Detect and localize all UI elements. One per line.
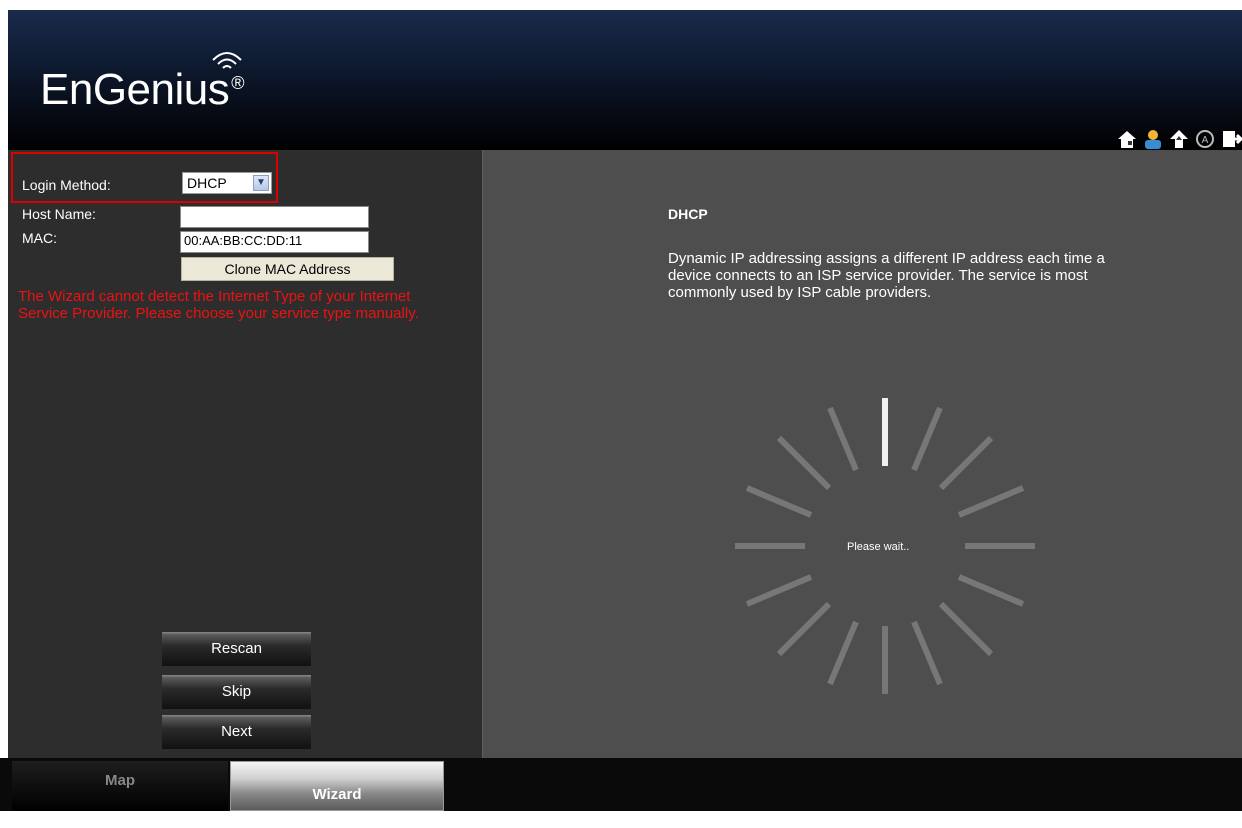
- login-method-select[interactable]: DHCP ▼: [182, 172, 272, 194]
- please-wait-text: Please wait..: [847, 541, 910, 553]
- chevron-down-icon[interactable]: ▼: [253, 175, 269, 191]
- wifi-icon: [212, 52, 242, 69]
- mac-input[interactable]: 00:AA:BB:CC:DD:11: [180, 231, 369, 253]
- clone-mac-button[interactable]: Clone MAC Address: [181, 257, 394, 281]
- svg-text:A: A: [1202, 135, 1209, 146]
- tab-map[interactable]: Map: [12, 761, 228, 811]
- error-message: The Wizard cannot detect the Internet Ty…: [18, 288, 419, 322]
- info-title: DHCP: [668, 206, 708, 222]
- logout-icon[interactable]: [1220, 128, 1242, 150]
- tab-wizard[interactable]: Wizard: [230, 761, 444, 811]
- upgrade-icon[interactable]: [1168, 128, 1190, 150]
- header-bar: EnGenius ® A: [8, 10, 1242, 150]
- mac-label: MAC:: [22, 230, 57, 246]
- engenius-logo: EnGenius ®: [40, 52, 244, 114]
- logo-text: EnGenius: [40, 65, 230, 114]
- host-name-label: Host Name:: [22, 206, 96, 222]
- host-name-input[interactable]: [180, 206, 369, 228]
- auto-icon[interactable]: A: [1194, 128, 1216, 150]
- next-button[interactable]: Next: [162, 715, 311, 749]
- login-method-label: Login Method:: [22, 177, 111, 193]
- footer-tab-bar: Map Wizard: [0, 758, 1242, 811]
- registered-mark: ®: [231, 73, 244, 93]
- home-icon[interactable]: [1116, 128, 1138, 150]
- user-icon[interactable]: [1142, 128, 1164, 150]
- rescan-button[interactable]: Rescan: [162, 632, 311, 666]
- header-icon-bar: A: [1116, 128, 1242, 150]
- skip-button[interactable]: Skip: [162, 675, 311, 709]
- login-method-value: DHCP: [187, 175, 227, 191]
- info-description: Dynamic IP addressing assigns a differen…: [668, 250, 1105, 301]
